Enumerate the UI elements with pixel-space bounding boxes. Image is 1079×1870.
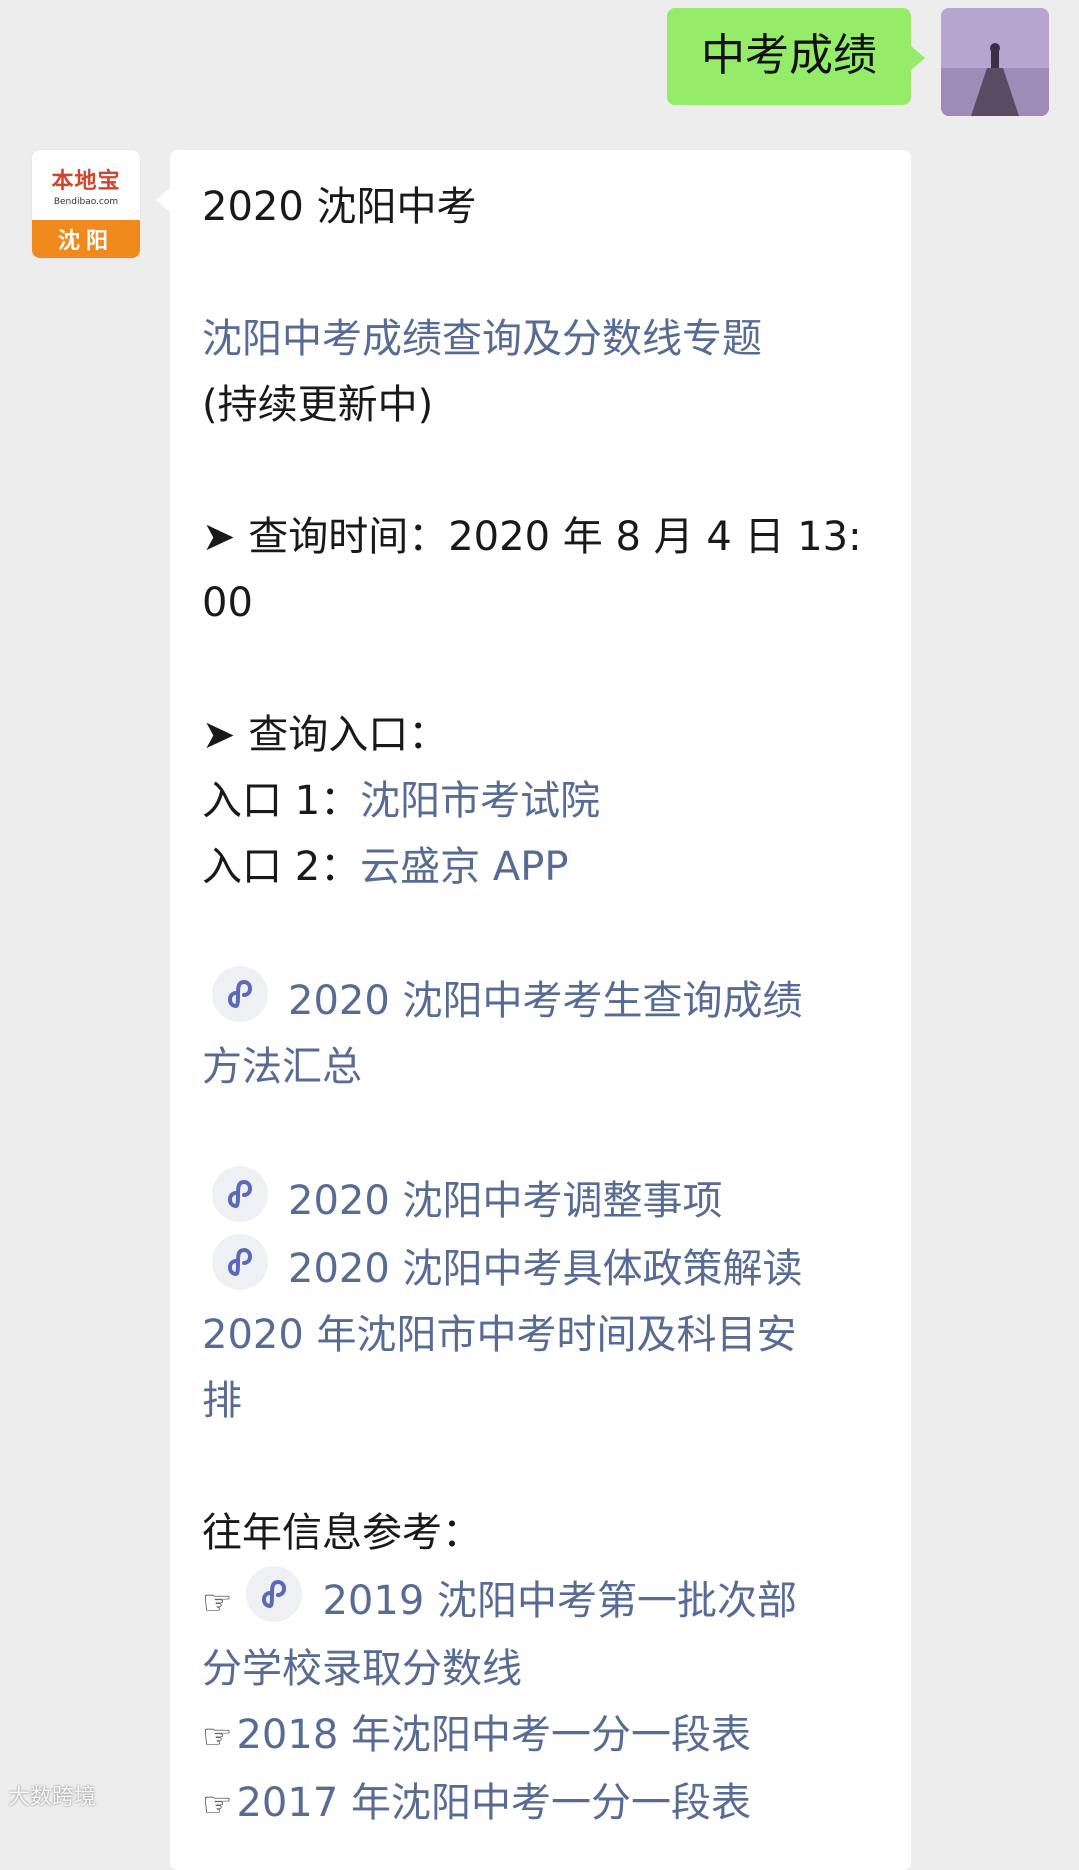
topic-link[interactable]: 沈阳中考成绩查询及分数线专题 (202, 306, 881, 372)
schedule-link-cont[interactable]: 排 (202, 1368, 881, 1434)
logo-city: 沈阳 (32, 220, 140, 258)
query-time-text: 查询时间：2020 年 8 月 4 日 13: (248, 514, 862, 560)
logo-url: Bendibao.com (53, 197, 119, 207)
entry-1-label: 入口 1： (202, 778, 361, 824)
reply-title: 2020 沈阳中考 (202, 184, 477, 230)
watermark: 大数跨境 (8, 1785, 97, 1810)
link-2019-cont[interactable]: 分学校录取分数线 (202, 1636, 881, 1702)
past-heading: 往年信息参考： (202, 1510, 482, 1556)
methods-link-text[interactable]: 2020 沈阳中考考生查询成绩 (288, 978, 803, 1024)
entry-1-link[interactable]: 沈阳市考试院 (360, 778, 600, 824)
pointing-hand-icon: ☞ (202, 1583, 233, 1623)
query-time-cont: 00 (202, 580, 253, 626)
policy-link-text[interactable]: 2020 沈阳中考具体政策解读 (288, 1246, 803, 1292)
mini-program-link-icon (212, 1234, 268, 1290)
link-2018[interactable]: ☞ 2018 年沈阳中考一分一段表 (202, 1702, 881, 1770)
query-time-line: ➤ 查询时间：2020 年 8 月 4 日 13: (202, 504, 881, 570)
logo-top: 本地宝 Bendibao.com (32, 150, 140, 220)
pointing-hand-icon: ☞ (202, 1717, 233, 1757)
policy-link[interactable]: 2020 沈阳中考具体政策解读 (202, 1234, 881, 1302)
pointing-hand-icon: ☞ (202, 1785, 233, 1825)
methods-link-cont[interactable]: 方法汇总 (202, 1034, 881, 1100)
adjust-link[interactable]: 2020 沈阳中考调整事项 (202, 1166, 881, 1234)
link-2017[interactable]: ☞ 2017 年沈阳中考一分一段表 (202, 1770, 881, 1838)
link-2018-text[interactable]: 2018 年沈阳中考一分一段表 (236, 1712, 751, 1758)
entry-2: 入口 2：云盛京 APP (202, 834, 881, 900)
link-2019[interactable]: ☞ 2019 沈阳中考第一批次部 (202, 1566, 881, 1636)
mini-program-link-icon (212, 966, 268, 1022)
arrow-icon: ➤ (202, 712, 236, 758)
entry-1: 入口 1：沈阳市考试院 (202, 768, 881, 834)
logo-name: 本地宝 (51, 168, 121, 194)
bendibao-avatar[interactable]: 本地宝 Bendibao.com 沈阳 (32, 150, 140, 258)
adjust-link-text[interactable]: 2020 沈阳中考调整事项 (288, 1178, 723, 1224)
sent-message-bubble[interactable]: 中考成绩 (667, 8, 925, 105)
schedule-link[interactable]: 2020 年沈阳市中考时间及科目安 (202, 1302, 881, 1368)
arrow-icon: ➤ (202, 514, 236, 560)
methods-link[interactable]: 2020 沈阳中考考生查询成绩 (202, 966, 881, 1034)
user-avatar[interactable] (941, 8, 1049, 116)
mini-program-link-icon (212, 1166, 268, 1222)
entry-2-link[interactable]: 云盛京 APP (360, 844, 568, 890)
entry-2-label: 入口 2： (202, 844, 361, 890)
entry-heading-line: ➤ 查询入口： (202, 702, 881, 768)
entry-heading: 查询入口： (248, 712, 449, 758)
mini-program-link-icon (246, 1566, 303, 1622)
link-2019-text[interactable]: 2019 沈阳中考第一批次部 (322, 1578, 797, 1624)
link-2017-text[interactable]: 2017 年沈阳中考一分一段表 (236, 1780, 751, 1826)
sent-message-row: 中考成绩 (667, 8, 1049, 116)
reply-message-bubble: 2020 沈阳中考 沈阳中考成绩查询及分数线专题 (持续更新中) ➤ 查询时间：… (156, 150, 911, 1870)
topic-note: (持续更新中) (202, 382, 434, 428)
